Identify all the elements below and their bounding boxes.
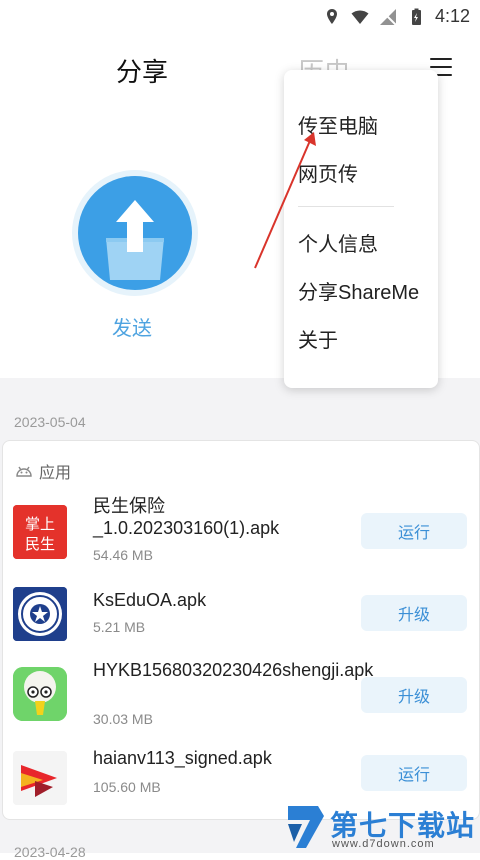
list-item[interactable]: HYKB15680320230426shengji.apk 30.03 MB 升…: [3, 657, 479, 737]
battery-charging-icon: [411, 8, 421, 25]
svg-text:掌上: 掌上: [25, 515, 55, 533]
overflow-menu: 传至电脑 网页传 个人信息 分享ShareMe 关于: [284, 70, 438, 388]
send-label[interactable]: 发送: [112, 312, 152, 341]
list-item[interactable]: KsEduOA.apk 5.21 MB 升级: [3, 575, 479, 655]
send-button[interactable]: [72, 170, 198, 296]
history-card: 应用 掌上 民生 民生保险_1.0.202303160(1).apk 54.46…: [2, 440, 480, 820]
upgrade-button[interactable]: 升级: [361, 677, 467, 713]
history-date: 2023-05-04: [14, 414, 86, 430]
app-name: HYKB15680320230426shengji.apk: [93, 660, 374, 680]
app-name: 民生保险_1.0.202303160(1).apk: [93, 496, 280, 538]
haian-app-icon: [13, 751, 67, 805]
ksedu-app-icon: [13, 587, 67, 641]
no-signal-icon: [379, 7, 397, 26]
app-size: 5.21 MB: [93, 619, 146, 635]
app-size: 105.60 MB: [93, 779, 161, 795]
run-button[interactable]: 运行: [361, 513, 467, 549]
tab-share[interactable]: 分享: [116, 52, 168, 89]
clock: 4:12: [434, 6, 470, 26]
history-date-next: 2023-04-28: [14, 844, 86, 860]
app-size: 54.46 MB: [93, 547, 153, 563]
app-name: haianv113_signed.apk: [93, 748, 272, 768]
section-header: 应用: [15, 459, 71, 483]
app-size: 30.03 MB: [93, 711, 153, 727]
svg-text:民生: 民生: [25, 535, 55, 553]
list-item[interactable]: 掌上 民生 民生保险_1.0.202303160(1).apk 54.46 MB…: [3, 493, 479, 573]
watermark-url: www.d7down.com: [332, 838, 435, 850]
menu-item-share-app[interactable]: 分享ShareMe: [298, 276, 419, 305]
android-icon: [16, 466, 32, 477]
section-label: 应用: [39, 465, 72, 482]
menu-divider: [298, 206, 394, 207]
wifi-icon: [351, 10, 369, 24]
upload-icon: [106, 200, 164, 280]
status-bar: 4:12: [0, 0, 480, 34]
app-name: KsEduOA.apk: [93, 590, 207, 610]
hykb-app-icon: [13, 667, 67, 721]
menu-item-profile[interactable]: 个人信息: [298, 228, 378, 257]
minsheng-app-icon: 掌上 民生: [13, 505, 67, 559]
menu-item-web-transfer[interactable]: 网页传: [298, 158, 358, 187]
menu-item-send-to-pc[interactable]: 传至电脑: [298, 110, 378, 139]
upgrade-button[interactable]: 升级: [361, 595, 467, 631]
run-button[interactable]: 运行: [361, 755, 467, 791]
menu-item-about[interactable]: 关于: [298, 324, 338, 353]
location-icon: [326, 8, 337, 24]
watermark-logo: 第七下载站 www.d7down.com: [284, 800, 480, 853]
